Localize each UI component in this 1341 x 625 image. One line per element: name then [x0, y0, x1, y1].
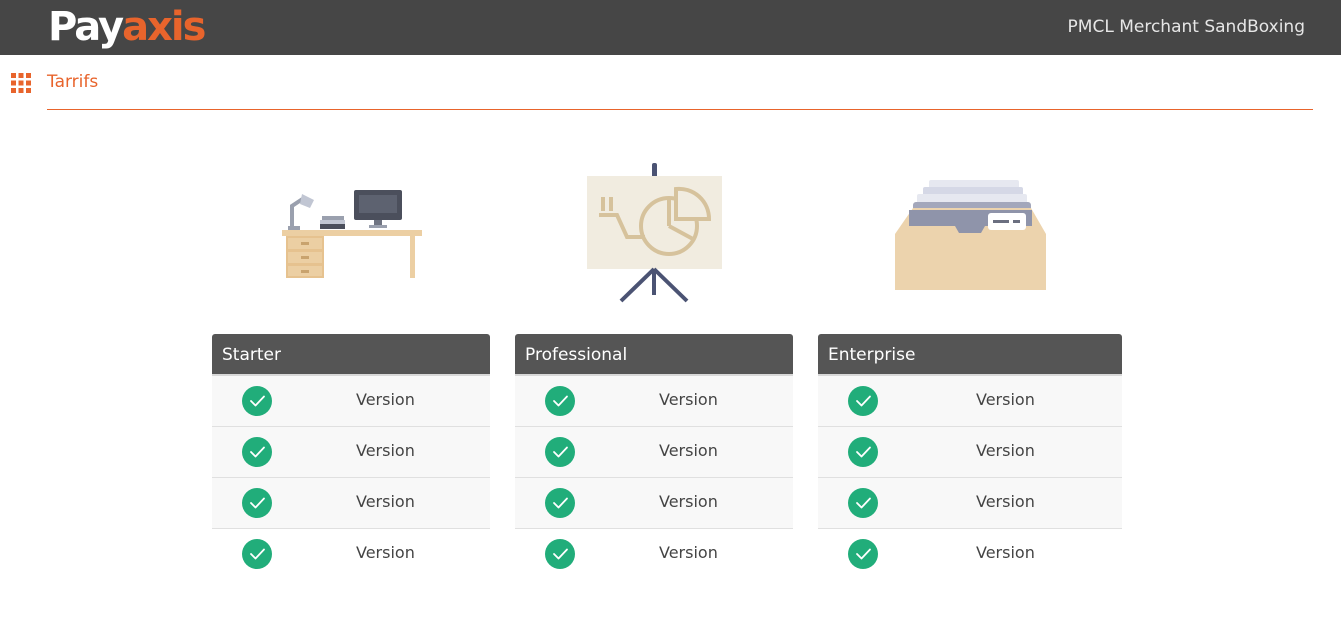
check-circle-icon: [545, 539, 575, 569]
check-circle-icon: [545, 488, 575, 518]
feature-label: Version: [356, 543, 415, 562]
feature-label: Version: [976, 492, 1035, 511]
check-circle-icon: [242, 488, 272, 518]
merchant-title: PMCL Merchant SandBoxing: [1067, 17, 1305, 37]
feature-label: Version: [976, 390, 1035, 409]
feature-label: Version: [976, 441, 1035, 460]
feature-label: Version: [356, 390, 415, 409]
presentation-board-icon: [585, 163, 725, 309]
feature-row: Version: [212, 376, 490, 427]
feature-row: Version: [515, 427, 793, 478]
feature-row: Version: [212, 427, 490, 478]
feature-row: Version: [818, 376, 1122, 427]
feature-row: Version: [818, 478, 1122, 529]
check-circle-icon: [848, 437, 878, 467]
check-circle-icon: [848, 488, 878, 518]
feature-label: Version: [976, 543, 1035, 562]
plan-header[interactable]: Starter: [212, 334, 490, 376]
feature-row: Version: [515, 478, 793, 529]
feature-label: Version: [356, 441, 415, 460]
plan-header[interactable]: Professional: [515, 334, 793, 376]
plan-card-starter: Starter Version Version Version Version: [212, 334, 490, 580]
feature-row: Version: [818, 529, 1122, 580]
feature-label: Version: [659, 492, 718, 511]
plan-header[interactable]: Enterprise: [818, 334, 1122, 376]
feature-row: Version: [515, 376, 793, 427]
check-circle-icon: [848, 539, 878, 569]
feature-label: Version: [659, 441, 718, 460]
feature-label: Version: [659, 390, 718, 409]
top-bar: Payaxis PMCL Merchant SandBoxing: [0, 0, 1341, 55]
feature-label: Version: [659, 543, 718, 562]
feature-row: Version: [212, 478, 490, 529]
check-circle-icon: [545, 437, 575, 467]
check-circle-icon: [848, 386, 878, 416]
apps-grid-icon[interactable]: [11, 73, 31, 93]
file-drawer-icon: [893, 178, 1048, 297]
plan-card-professional: Professional Version Version Version Ver…: [515, 334, 793, 580]
feature-row: Version: [515, 529, 793, 580]
feature-row: Version: [212, 529, 490, 580]
feature-row: Version: [818, 427, 1122, 478]
desk-icon: [280, 186, 425, 286]
check-circle-icon: [242, 539, 272, 569]
title-divider: [47, 109, 1313, 110]
check-circle-icon: [545, 386, 575, 416]
page-title: Tarrifs: [47, 72, 99, 92]
feature-label: Version: [356, 492, 415, 511]
plan-card-enterprise: Enterprise Version Version Version Versi…: [818, 334, 1122, 580]
check-circle-icon: [242, 437, 272, 467]
payaxis-logo[interactable]: Payaxis: [48, 2, 206, 52]
check-circle-icon: [242, 386, 272, 416]
